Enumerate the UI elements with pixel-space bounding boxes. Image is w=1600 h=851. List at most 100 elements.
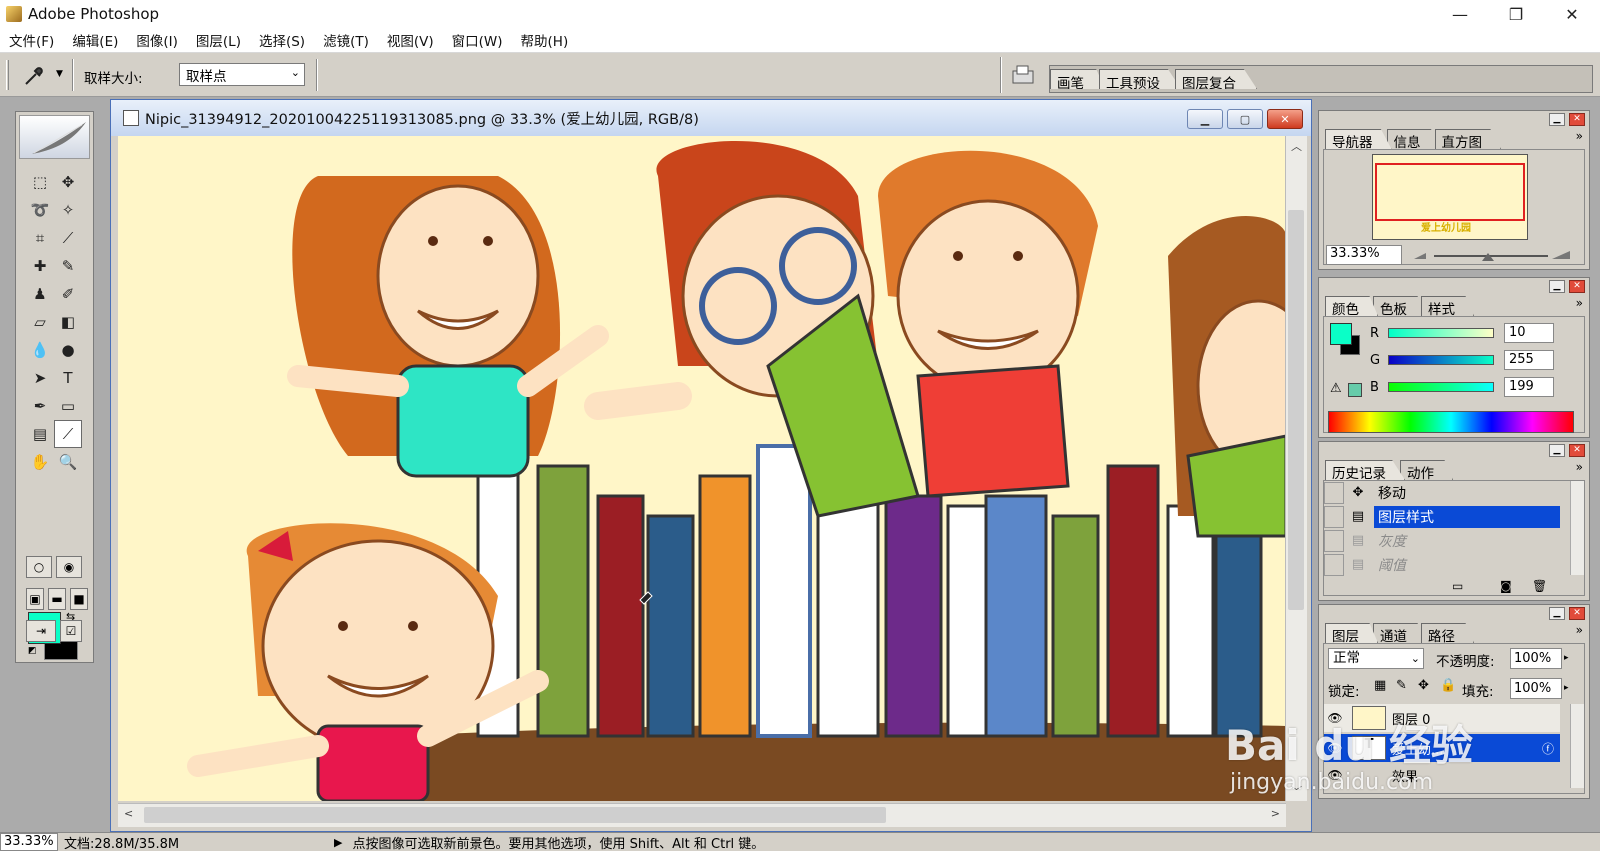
file-browser-icon[interactable]	[1011, 63, 1035, 85]
panel-menu-icon[interactable]: »	[1576, 460, 1583, 474]
blend-mode-select[interactable]: 正常 ⌄	[1328, 648, 1424, 669]
lock-position-icon[interactable]: ✥	[1418, 678, 1429, 693]
fill-field[interactable]: 100%	[1510, 678, 1562, 699]
shape-tool-icon[interactable]: ▭	[54, 392, 82, 420]
eye-icon[interactable]: 👁	[1324, 741, 1346, 755]
history-snapshot-checkbox[interactable]	[1324, 506, 1344, 528]
panel-minimize-button[interactable]: ▁	[1549, 607, 1565, 620]
blue-value[interactable]: 199	[1504, 377, 1554, 397]
hand-tool-icon[interactable]: ✋	[26, 448, 54, 476]
blue-slider[interactable]	[1388, 382, 1494, 392]
tab-swatches[interactable]: 色板	[1373, 296, 1426, 316]
eyedropper-icon[interactable]	[22, 65, 46, 87]
navigator-zoom-slider[interactable]	[1412, 247, 1572, 263]
scroll-left-icon[interactable]: <	[124, 807, 133, 820]
history-brush-tool-icon[interactable]: ✐	[54, 280, 82, 308]
scroll-down-icon[interactable]: ﹀	[1291, 783, 1302, 799]
red-slider[interactable]	[1388, 328, 1494, 338]
pen-tool-icon[interactable]: ✒	[26, 392, 54, 420]
marquee-tool-icon[interactable]: ⬚	[26, 168, 54, 196]
eye-icon[interactable]: 👁	[1324, 768, 1346, 782]
tool-preset-dropdown-icon[interactable]: ▼	[56, 69, 63, 79]
horizontal-scroll-thumb[interactable]	[144, 807, 886, 823]
green-slider[interactable]	[1388, 355, 1494, 365]
tab-histogram[interactable]: 直方图	[1434, 129, 1501, 149]
vertical-scrollbar[interactable]: ︿ ﹀	[1285, 136, 1307, 801]
quick-mask-mode-icon[interactable]: ◉	[56, 556, 82, 578]
horizontal-scrollbar[interactable]: < >	[118, 803, 1286, 827]
blur-tool-icon[interactable]: 💧	[26, 336, 54, 364]
panel-minimize-button[interactable]: ▁	[1549, 444, 1565, 457]
document-title-bar[interactable]: Nipic_31394912_20201004225119313085.png …	[111, 100, 1311, 136]
status-zoom-field[interactable]: 33.33%	[0, 833, 58, 851]
status-menu-arrow-icon[interactable]: ▶	[334, 836, 342, 849]
layer-effects-icon[interactable]: ⓕ	[1542, 740, 1554, 757]
gradient-tool-icon[interactable]: ◧	[54, 308, 82, 336]
history-snapshot-checkbox[interactable]	[1324, 530, 1344, 552]
crop-tool-icon[interactable]: ⌗	[26, 224, 54, 252]
doc-close-button[interactable]: ✕	[1267, 109, 1303, 129]
menu-edit[interactable]: 编辑(E)	[63, 30, 127, 50]
brush-tool-icon[interactable]: ✎	[54, 252, 82, 280]
move-tool-icon[interactable]: ✥	[54, 168, 82, 196]
lock-transparent-icon[interactable]: ▦	[1374, 678, 1386, 693]
opacity-slider-icon[interactable]: ▸	[1564, 648, 1576, 669]
history-item[interactable]: ▤ 灰度	[1324, 529, 1560, 553]
red-value[interactable]: 10	[1504, 323, 1554, 343]
standard-mode-icon[interactable]: ○	[26, 556, 52, 578]
zoom-tool-icon[interactable]: 🔍	[54, 448, 82, 476]
navigator-zoom-field[interactable]: 33.33%	[1326, 245, 1402, 265]
notes-tool-icon[interactable]: ▤	[26, 420, 54, 448]
warning-triangle-icon[interactable]: ⚠	[1330, 381, 1342, 396]
panel-menu-icon[interactable]: »	[1576, 623, 1583, 637]
history-snapshot-checkbox[interactable]	[1324, 482, 1344, 504]
tab-styles[interactable]: 样式	[1421, 296, 1474, 316]
panel-close-button[interactable]: ✕	[1569, 113, 1585, 126]
slice-tool-icon[interactable]: ⟋	[54, 224, 82, 252]
panel-minimize-button[interactable]: ▁	[1549, 280, 1565, 293]
sample-size-select[interactable]: 取样点 ⌄	[179, 63, 305, 86]
vertical-scroll-thumb[interactable]	[1288, 210, 1304, 610]
trash-icon[interactable]: 🗑	[1532, 579, 1547, 593]
status-doc-info[interactable]: 文档:28.8M/35.8M	[64, 833, 334, 851]
websafe-swatch[interactable]	[1348, 383, 1362, 397]
panel-close-button[interactable]: ✕	[1569, 444, 1585, 457]
doc-minimize-button[interactable]: ▁	[1187, 109, 1223, 129]
healing-brush-tool-icon[interactable]: ✚	[26, 252, 54, 280]
options-bar-grip[interactable]	[6, 60, 9, 90]
tab-color[interactable]: 颜色	[1325, 296, 1378, 316]
tab-history[interactable]: 历史记录	[1325, 460, 1405, 480]
close-button[interactable]: ✕	[1544, 0, 1600, 28]
menu-filter[interactable]: 滤镜(T)	[314, 30, 378, 50]
panel-close-button[interactable]: ✕	[1569, 607, 1585, 620]
color-fg-swatch[interactable]	[1330, 323, 1352, 345]
tab-layers[interactable]: 图层	[1325, 623, 1378, 643]
panel-close-button[interactable]: ✕	[1569, 280, 1585, 293]
layers-scrollbar[interactable]	[1570, 704, 1584, 788]
lock-all-icon[interactable]: 🔒	[1440, 678, 1456, 693]
standard-screen-mode-icon[interactable]: ▣	[26, 588, 44, 610]
navigator-view-box[interactable]	[1375, 163, 1525, 221]
menu-image[interactable]: 图像(I)	[127, 30, 187, 50]
doc-maximize-button[interactable]: ▢	[1227, 109, 1263, 129]
eyedropper-tool-icon[interactable]: ⟋	[54, 420, 82, 448]
tab-brushes[interactable]: 画笔	[1050, 69, 1105, 89]
menu-layer[interactable]: 图层(L)	[187, 30, 250, 50]
tab-navigator[interactable]: 导航器	[1325, 129, 1392, 149]
eye-icon[interactable]: 👁	[1324, 711, 1346, 725]
minimize-button[interactable]: —	[1432, 0, 1488, 28]
color-spectrum[interactable]	[1328, 411, 1574, 433]
history-item[interactable]: ▤ 图层样式	[1324, 505, 1560, 529]
history-snapshot-checkbox[interactable]	[1324, 554, 1344, 576]
menu-window[interactable]: 窗口(W)	[443, 30, 512, 50]
history-item[interactable]: ✥ 移动	[1324, 481, 1560, 505]
full-screen-menu-mode-icon[interactable]: ▬	[48, 588, 66, 610]
history-item[interactable]: ▤ 阈值	[1324, 553, 1560, 577]
green-value[interactable]: 255	[1504, 350, 1554, 370]
menu-file[interactable]: 文件(F)	[0, 30, 63, 50]
lasso-tool-icon[interactable]: ➰	[26, 196, 54, 224]
image-canvas[interactable]	[118, 136, 1286, 801]
layer-row[interactable]: 👁 效果	[1324, 764, 1560, 786]
maximize-button[interactable]: ❐	[1488, 0, 1544, 28]
full-screen-mode-icon[interactable]: ■	[70, 588, 88, 610]
